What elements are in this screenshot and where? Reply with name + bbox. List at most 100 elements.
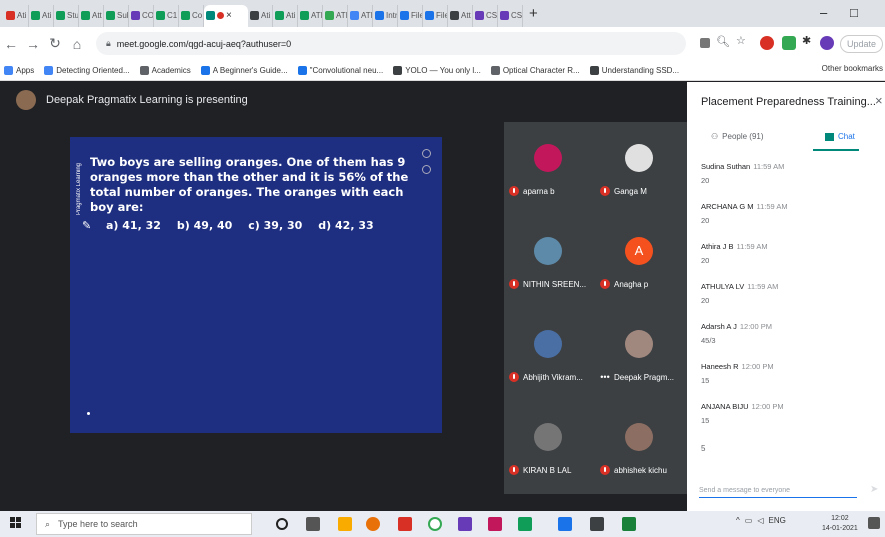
browser-tab[interactable]: Ati	[248, 4, 273, 27]
extension-icon-1[interactable]	[760, 36, 774, 50]
browser-tab[interactable]: Ati	[4, 4, 29, 27]
camera-icon[interactable]	[700, 38, 710, 48]
taskbar-search[interactable]: ⌕ Type here to search	[36, 513, 252, 535]
participant-tile[interactable]: Abhijith Vikram...	[504, 308, 595, 401]
bookmark-item[interactable]: Detecting Oriented...	[44, 65, 130, 75]
bookmark-item[interactable]: Apps	[4, 65, 34, 75]
zoom-icon[interactable]: 🔍︎	[716, 35, 730, 49]
bookmark-item[interactable]: Academics	[139, 65, 191, 75]
browser-tab[interactable]: CSI	[498, 4, 523, 27]
browser-tab[interactable]: Ati	[273, 4, 298, 27]
close-icon[interactable]: ×	[875, 93, 883, 108]
app-icon-3[interactable]	[458, 517, 472, 531]
update-button[interactable]: Update	[840, 35, 884, 53]
bookmark-icon	[297, 65, 307, 75]
chat-message: ANJANA BIJU 12:00 PM 15	[701, 402, 784, 425]
browser-tab[interactable]: CSI	[473, 4, 498, 27]
url-input[interactable]: 🔒︎ meet.google.com/qgd-acuj-aeq?authuser…	[96, 32, 686, 55]
language-indicator[interactable]: ENG	[768, 516, 785, 525]
tab-favicon	[450, 11, 459, 20]
bookmarks-bar: Apps Detecting Oriented... Academics A Begi…	[0, 60, 885, 81]
chat-message-header: Adarsh A J 12:00 PM	[701, 322, 772, 331]
tab-chat[interactable]: Chat	[825, 132, 855, 141]
participant-tile[interactable]: ••• Deepak Pragm...	[595, 308, 686, 401]
participant-tile[interactable]: abhishek kichu	[595, 401, 686, 494]
app-icon-1[interactable]	[398, 517, 412, 531]
bookmark-item[interactable]: A Beginner's Guide...	[200, 65, 288, 75]
app-icon-4[interactable]	[488, 517, 502, 531]
maximize-button[interactable]: □	[850, 5, 858, 20]
bookmark-item[interactable]: "Convolutional neu...	[297, 65, 383, 75]
task-view-icon[interactable]	[306, 517, 320, 531]
browser-tab[interactable]: CO	[129, 4, 154, 27]
browser-tab[interactable]: File	[423, 4, 448, 27]
bookmark-item[interactable]: Optical Character R...	[490, 65, 580, 75]
back-icon[interactable]: ←	[0, 36, 22, 52]
active-tab[interactable]: ×	[204, 4, 248, 27]
browser-tab[interactable]: Att	[79, 4, 104, 27]
chrome-icon[interactable]	[366, 517, 380, 531]
presentation-slide: Pragmatix Learning Two boys are selling …	[70, 137, 442, 433]
minimize-button[interactable]: –	[820, 5, 827, 20]
browser-tab[interactable]: C1	[154, 4, 179, 27]
app-icon-5[interactable]	[518, 517, 532, 531]
clock[interactable]: 12:02 14-01-2021	[822, 514, 858, 534]
chevron-up-icon[interactable]: ^	[736, 516, 740, 525]
app-icon-7[interactable]	[590, 517, 604, 531]
notification-icon[interactable]	[868, 517, 880, 529]
volume-icon[interactable]: ◁	[757, 516, 763, 525]
cortana-icon[interactable]	[276, 518, 288, 530]
tab-strip: Ati Ati Stu Att Sub CO C1 Co × Ati Ati ATI ATI ATI Int…	[0, 0, 885, 27]
more-options-icon[interactable]: •••	[600, 372, 610, 382]
forward-icon[interactable]: →	[22, 36, 44, 52]
url-text: meet.google.com/qgd-acuj-aeq?authuser=0	[116, 38, 292, 49]
tab-label: Stu	[67, 11, 79, 20]
tab-favicon	[325, 11, 334, 20]
browser-tab[interactable]: Ati	[29, 4, 54, 27]
excel-icon[interactable]	[622, 517, 636, 531]
tab-close-icon[interactable]: ×	[226, 10, 232, 21]
browser-tab[interactable]: ATI	[348, 4, 373, 27]
chat-input[interactable]: Send a message to everyone	[699, 487, 857, 498]
home-icon[interactable]: ⌂	[66, 36, 88, 52]
new-tab-button[interactable]: +	[529, 5, 538, 22]
participant-tile[interactable]: aparna b	[504, 122, 595, 215]
tab-label: ATI	[361, 11, 373, 20]
browser-tab[interactable]: ATI	[323, 4, 348, 27]
browser-tab[interactable]: Intr	[373, 4, 398, 27]
send-icon[interactable]: ➤	[870, 484, 878, 495]
participant-tile[interactable]: A Anagha p	[595, 215, 686, 308]
battery-icon[interactable]: ▭	[745, 516, 753, 525]
participant-avatar	[625, 144, 653, 172]
other-bookmarks[interactable]: Other bookmarks	[822, 64, 883, 73]
participant-tile[interactable]: NITHIN SREEN...	[504, 215, 595, 308]
app-icon-6[interactable]	[558, 517, 572, 531]
chat-message: ATHULYA LV 11:59 AM 20	[701, 282, 778, 305]
browser-tab[interactable]: ATI	[298, 4, 323, 27]
chat-extra-text: 5	[701, 444, 706, 453]
chat-message: ARCHANA G M 11:59 AM 20	[701, 202, 788, 225]
extension-icon-2[interactable]	[782, 36, 796, 50]
chat-text: 20	[701, 216, 710, 225]
star-icon[interactable]: ☆	[736, 34, 750, 48]
participant-tile[interactable]: Ganga M	[595, 122, 686, 215]
tab-favicon	[106, 11, 115, 20]
bookmark-item[interactable]: Understanding SSD...	[589, 65, 679, 75]
chat-text: 45/3	[701, 336, 716, 345]
reload-icon[interactable]: ↻	[44, 35, 66, 52]
windows-start-icon[interactable]	[10, 517, 22, 529]
app-icon-2[interactable]	[428, 517, 442, 531]
tab-people[interactable]: ⚇ People (91)	[711, 132, 764, 141]
browser-tab[interactable]: Co	[179, 4, 204, 27]
browser-tab[interactable]: Att	[448, 4, 473, 27]
tab-label: Att	[461, 11, 471, 20]
puzzle-icon[interactable]: ✱	[802, 34, 816, 48]
mic-off-icon	[600, 465, 610, 475]
profile-avatar[interactable]	[820, 36, 834, 50]
browser-tab[interactable]: Sub	[104, 4, 129, 27]
browser-tab[interactable]: File	[398, 4, 423, 27]
participant-tile[interactable]: KIRAN B LAL	[504, 401, 595, 494]
browser-tab[interactable]: Stu	[54, 4, 79, 27]
bookmark-item[interactable]: YOLO — You only l...	[393, 65, 481, 75]
file-explorer-icon[interactable]	[338, 517, 352, 531]
